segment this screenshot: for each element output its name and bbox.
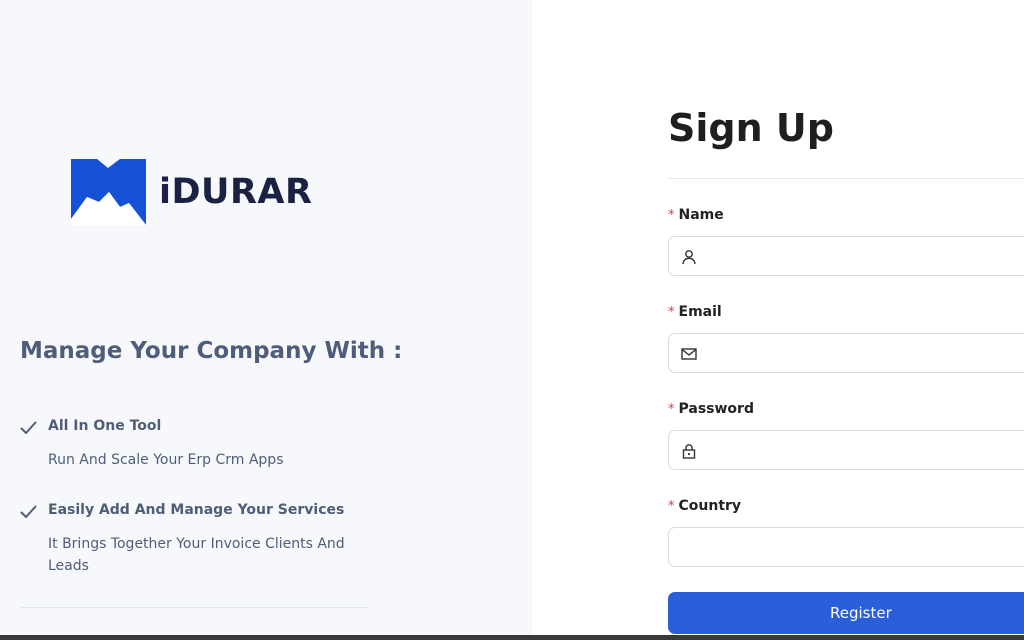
left-panel: iDURAR Manage Your Company With : All In…	[0, 0, 532, 640]
brand-logo: iDURAR	[71, 159, 312, 225]
logo-mountain-icon	[71, 159, 146, 225]
email-input[interactable]	[707, 334, 1024, 372]
country-label: * Country	[668, 498, 742, 514]
feature-description: Run And Scale Your Erp Crm Apps	[48, 452, 284, 468]
name-label: * Name	[668, 207, 724, 223]
password-input[interactable]	[707, 431, 1024, 469]
checkmark-icon	[20, 421, 37, 434]
mail-icon	[681, 348, 697, 360]
password-label: * Password	[668, 401, 754, 417]
form-title: Sign Up	[668, 106, 834, 150]
feature-title: All In One Tool	[48, 418, 162, 434]
logo-text: iDURAR	[159, 172, 313, 212]
lock-icon	[682, 444, 696, 459]
email-label: * Email	[668, 304, 722, 320]
name-input[interactable]	[707, 237, 1024, 275]
email-field[interactable]	[668, 333, 1024, 373]
form-divider	[668, 178, 1024, 179]
country-select[interactable]	[668, 527, 1024, 567]
name-field[interactable]	[668, 236, 1024, 276]
country-input[interactable]	[681, 528, 1001, 566]
tagline: Manage Your Company With :	[20, 338, 403, 364]
required-asterisk: *	[668, 208, 675, 223]
feature-description: It Brings Together Your Invoice Clients …	[48, 536, 345, 574]
required-asterisk: *	[668, 402, 675, 417]
user-icon	[682, 250, 696, 265]
checkmark-icon	[20, 505, 37, 518]
register-button[interactable]: Register	[668, 592, 1024, 634]
required-asterisk: *	[668, 305, 675, 320]
signup-page: iDURAR Manage Your Company With : All In…	[0, 0, 1024, 640]
left-divider	[20, 607, 368, 608]
bottom-edge-bar	[0, 635, 1024, 640]
required-asterisk: *	[668, 499, 675, 514]
feature-title: Easily Add And Manage Your Services	[48, 502, 345, 518]
password-field[interactable]	[668, 430, 1024, 470]
